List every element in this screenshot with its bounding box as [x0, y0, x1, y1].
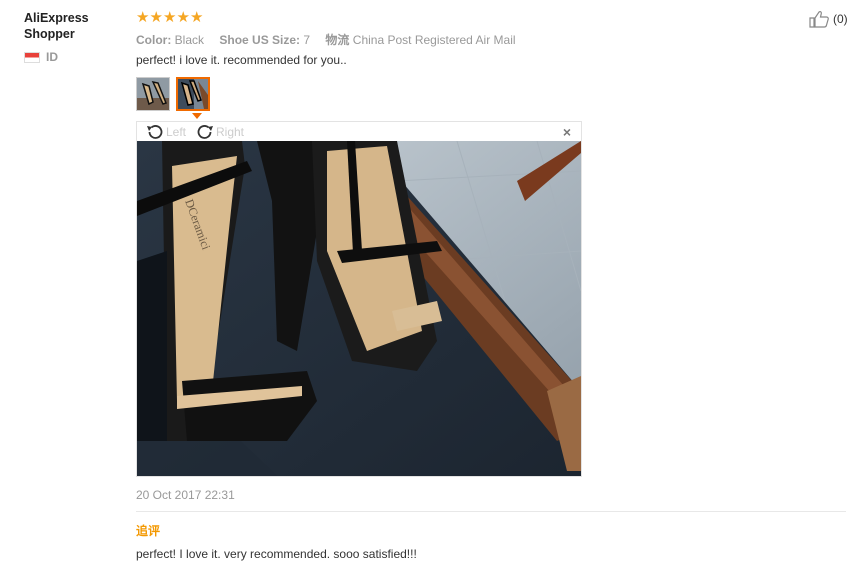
- photo-thumbnail-selected[interactable]: [176, 77, 210, 111]
- attr-shipping: 物流 China Post Registered Air Mail: [325, 33, 516, 47]
- like-count: (0): [833, 12, 848, 26]
- rotate-left-label: Left: [166, 125, 187, 139]
- viewer-toolbar: Left Right ×: [137, 122, 581, 141]
- thumbs-up-icon: [809, 11, 829, 28]
- rotate-left-icon: [147, 125, 163, 139]
- shoe-photo: DCeramici: [137, 141, 581, 476]
- star-icon: ★: [163, 9, 177, 26]
- shoe-photo-thumbnail-image: [178, 79, 208, 109]
- divider: [136, 511, 846, 512]
- review-attributes: Color: Black Shoe US Size: 7 物流 China Po…: [136, 31, 528, 48]
- shoe-photo-thumbnail-image: [137, 78, 169, 110]
- rotate-right-label: Right: [216, 125, 245, 139]
- star-rating: ★ ★ ★ ★ ★: [136, 10, 204, 25]
- photo-viewer: Left Right × DCeramici: [136, 121, 582, 477]
- rotate-right-button[interactable]: Right: [195, 123, 244, 141]
- selected-thumbnail-pointer: [192, 113, 202, 119]
- photo-thumbnail[interactable]: [136, 77, 170, 111]
- attr-size: Shoe US Size: 7: [219, 33, 311, 47]
- rotate-right-icon: [197, 125, 213, 139]
- star-icon: ★: [190, 9, 204, 26]
- photo-thumbnails: [136, 77, 210, 111]
- user-name: AliExpress Shopper: [24, 11, 89, 41]
- country: ID: [24, 50, 58, 64]
- rotate-left-button[interactable]: Left: [145, 123, 186, 141]
- star-icon: ★: [136, 9, 150, 26]
- like-button[interactable]: (0): [809, 10, 848, 28]
- review-text: perfect! i love it. recommended for you.…: [136, 53, 347, 67]
- star-icon: ★: [176, 9, 190, 26]
- star-icon: ★: [149, 9, 163, 26]
- flag-icon: [24, 51, 40, 63]
- country-code: ID: [46, 50, 58, 64]
- review-date: 20 Oct 2017 22:31: [136, 488, 235, 502]
- close-icon[interactable]: ×: [563, 124, 571, 140]
- followup-text: perfect! I love it. very recommended. so…: [136, 547, 417, 561]
- attr-color: Color: Black: [136, 33, 205, 47]
- followup-label: 追评: [136, 524, 161, 538]
